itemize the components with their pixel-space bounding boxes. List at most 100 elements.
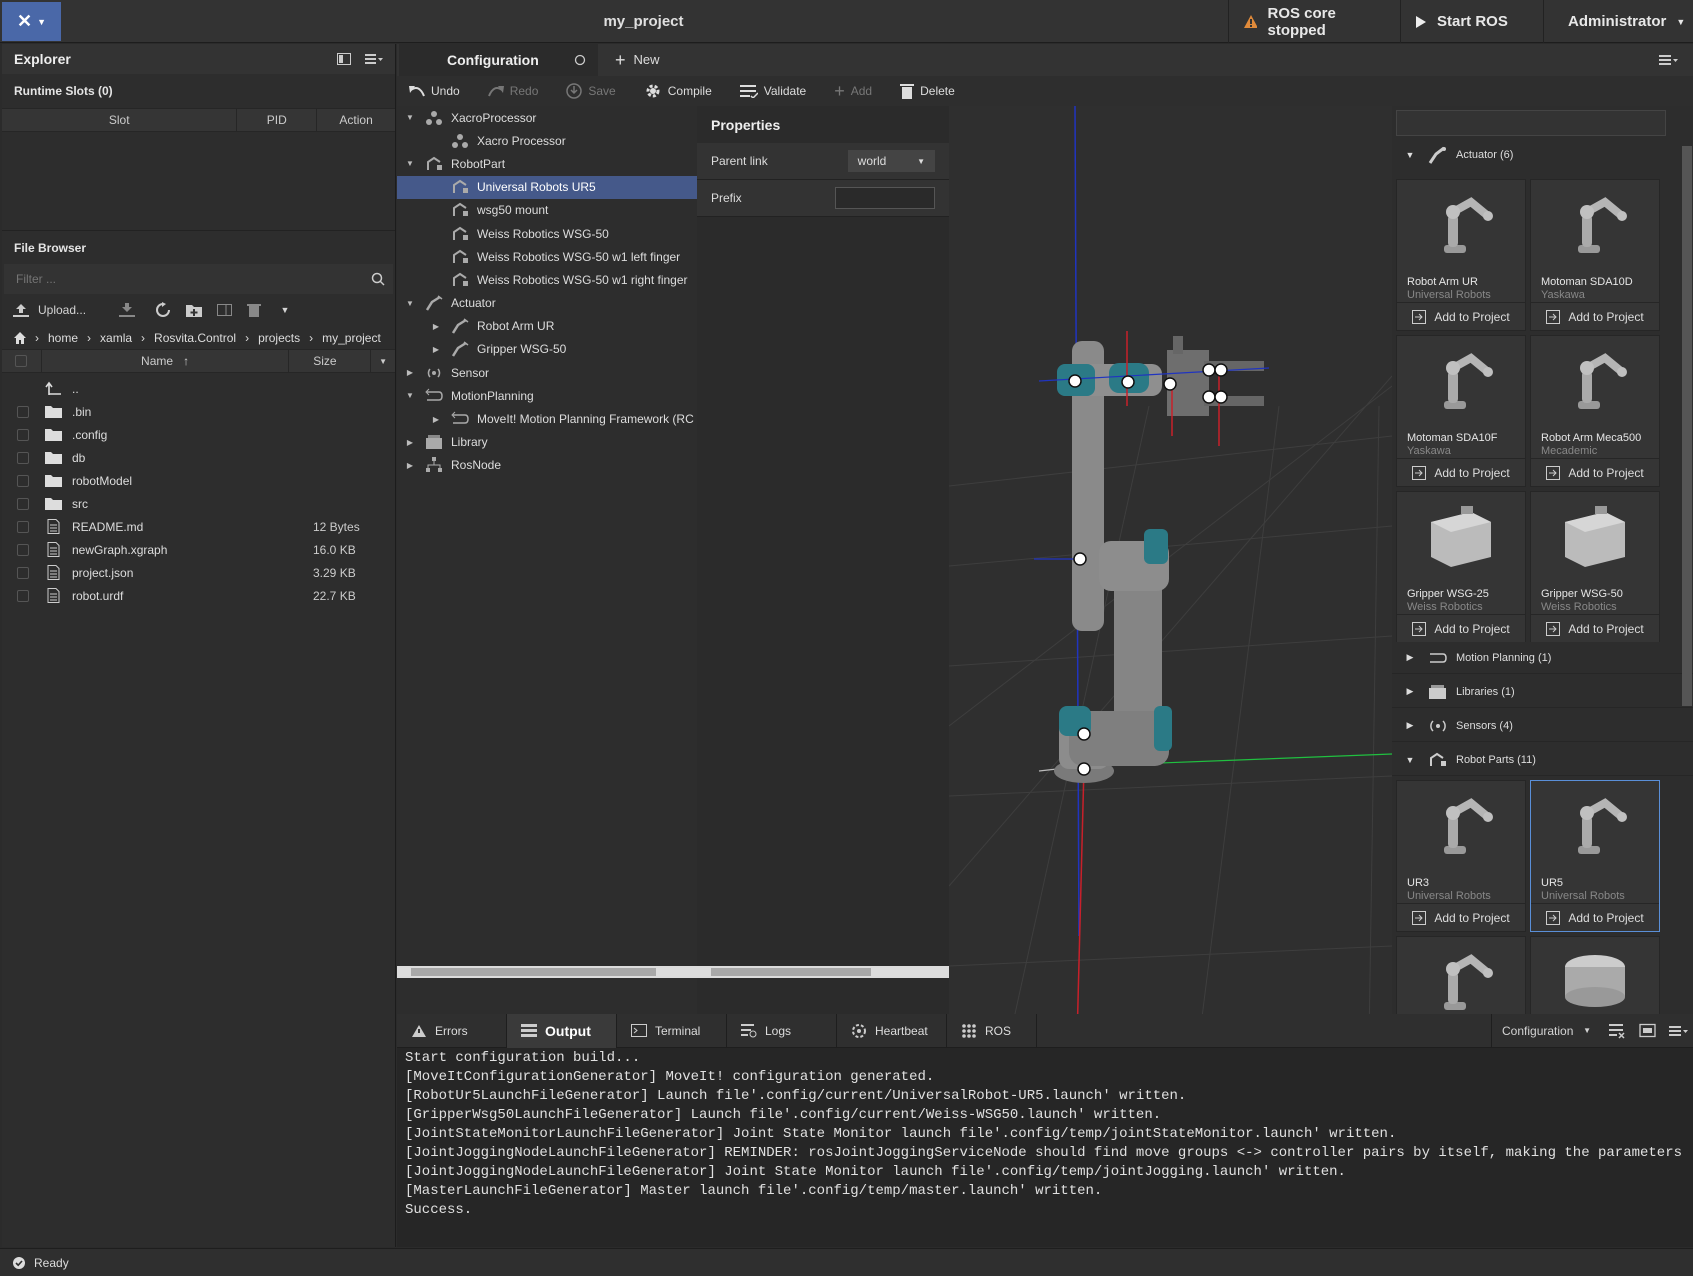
chevron-right-icon[interactable]: ▶	[403, 438, 417, 447]
search-icon[interactable]	[357, 271, 393, 287]
panel-toggle-icon[interactable]	[337, 53, 351, 65]
col-pid[interactable]: PID	[237, 109, 318, 131]
col-menu-icon[interactable]: ▼	[371, 350, 395, 372]
col-name[interactable]: Name ↑	[42, 350, 290, 372]
file-row[interactable]: db	[2, 446, 395, 469]
menu-icon[interactable]	[365, 53, 383, 65]
3d-viewport[interactable]	[949, 106, 1392, 1041]
user-menu[interactable]: Administrator ▼	[1543, 0, 1693, 43]
breadcrumb-rosvita[interactable]: Rosvita.Control	[154, 331, 236, 345]
file-row[interactable]: src	[2, 492, 395, 515]
file-row[interactable]: robot.urdf 22.7 KB	[2, 584, 395, 607]
parent-link-select[interactable]: world ▼	[847, 150, 935, 172]
tab-terminal[interactable]: Terminal	[617, 1013, 727, 1048]
tab-heartbeat[interactable]: Heartbeat	[837, 1013, 947, 1048]
library-card[interactable]: UR3 Universal Robots Add to Project	[1396, 780, 1526, 932]
tab-ros[interactable]: ROS	[947, 1013, 1037, 1048]
tab-configuration[interactable]: Configuration	[399, 44, 598, 76]
file-row[interactable]: README.md 12 Bytes	[2, 515, 395, 538]
add-to-project-button[interactable]: Add to Project	[1397, 903, 1525, 931]
menu-icon[interactable]	[1663, 1025, 1693, 1037]
chevron-down-icon[interactable]: ▼	[403, 159, 417, 168]
refresh-icon[interactable]	[147, 302, 179, 318]
add-to-project-button[interactable]: Add to Project	[1397, 458, 1525, 486]
new-tab-button[interactable]: + New	[615, 51, 660, 69]
scroll-lock-icon[interactable]	[1633, 1023, 1663, 1039]
breadcrumb-projects[interactable]: projects	[258, 331, 300, 345]
file-filter-input[interactable]	[4, 265, 357, 293]
save-button[interactable]: Save	[552, 76, 629, 106]
file-checkbox[interactable]	[17, 405, 29, 418]
library-search-input[interactable]	[1396, 110, 1666, 136]
file-row[interactable]: .config	[2, 423, 395, 446]
tab-logs[interactable]: Logs	[727, 1013, 837, 1048]
redo-button[interactable]: Redo	[474, 76, 553, 106]
library-card[interactable]: Motoman SDA10F Yaskawa Add to Project	[1396, 335, 1526, 487]
robot-scene[interactable]	[949, 106, 1392, 1041]
breadcrumb-my-project[interactable]: my_project	[322, 331, 381, 345]
tree-node[interactable]: ▶ Gripper WSG-50	[397, 338, 697, 361]
chevron-right-icon[interactable]: ▶	[429, 322, 443, 331]
prefix-input[interactable]	[835, 187, 935, 209]
trash-icon[interactable]	[239, 303, 269, 317]
new-folder-icon[interactable]	[179, 303, 209, 317]
breadcrumb-home[interactable]: home	[48, 331, 78, 345]
tree-node[interactable]: ▼ Actuator	[397, 292, 697, 315]
upload-button[interactable]: Upload...	[12, 303, 107, 317]
validate-button[interactable]: Validate	[726, 76, 820, 106]
tree-node[interactable]: ▶ Sensor	[397, 361, 697, 384]
library-card[interactable]: Robot Arm UR Universal Robots Add to Proje…	[1396, 179, 1526, 331]
tree-node[interactable]: ▼ XacroProcessor	[397, 106, 697, 129]
tree-node[interactable]: Weiss Robotics WSG-50 w1 left finger	[397, 245, 697, 268]
chevron-down-icon[interactable]: ▼	[403, 113, 417, 122]
add-to-project-button[interactable]: Add to Project	[1397, 302, 1525, 330]
file-checkbox[interactable]	[17, 589, 29, 602]
category-robot-parts[interactable]: ▼ Robot Parts (11)	[1392, 744, 1693, 776]
more-chevron-icon[interactable]: ▼	[269, 305, 301, 315]
chevron-down-icon[interactable]: ▼	[403, 299, 417, 308]
file-row[interactable]: newGraph.xgraph 16.0 KB	[2, 538, 395, 561]
tree-node[interactable]: wsg50 mount	[397, 199, 697, 222]
file-checkbox[interactable]	[17, 566, 29, 579]
category-sensors[interactable]: ▶ Sensors (4)	[1392, 710, 1693, 742]
clear-output-icon[interactable]	[1601, 1023, 1633, 1039]
add-to-project-button[interactable]: Add to Project	[1531, 302, 1659, 330]
breadcrumb-xamla[interactable]: xamla	[100, 331, 132, 345]
file-checkbox[interactable]	[17, 451, 29, 464]
chevron-right-icon[interactable]: ▶	[403, 461, 417, 470]
tree-node[interactable]: ▶ RosNode	[397, 454, 697, 477]
library-card[interactable]: Gripper WSG-25 Weiss Robotics Add to Proje…	[1396, 491, 1526, 643]
add-to-project-button[interactable]: Add to Project	[1397, 614, 1525, 642]
category-actuator[interactable]: ▼ Actuator (6)	[1392, 139, 1693, 171]
split-view-icon[interactable]	[209, 303, 239, 317]
properties-scrollbar[interactable]	[697, 966, 949, 978]
start-ros-button[interactable]: Start ROS	[1400, 0, 1543, 43]
tab-errors[interactable]: Errors	[397, 1013, 507, 1048]
file-checkbox[interactable]	[17, 543, 29, 556]
library-scrollbar[interactable]	[1682, 146, 1692, 706]
file-checkbox[interactable]	[17, 428, 29, 441]
file-row[interactable]: project.json 3.29 KB	[2, 561, 395, 584]
tree-node[interactable]: Xacro Processor	[397, 129, 697, 152]
delete-button[interactable]: Delete	[886, 76, 969, 106]
add-to-project-button[interactable]: Add to Project	[1531, 614, 1659, 642]
file-checkbox[interactable]	[17, 497, 29, 510]
chevron-right-icon[interactable]: ▶	[403, 368, 417, 377]
tree-node[interactable]: ▶ MoveIt! Motion Planning Framework (RC	[397, 407, 697, 430]
file-checkbox[interactable]	[17, 520, 29, 533]
library-card[interactable]: Motoman SDA10D Yaskawa Add to Project	[1530, 179, 1660, 331]
tree-node[interactable]: ▶ Library	[397, 431, 697, 454]
category-motion-planning[interactable]: ▶ Motion Planning (1)	[1392, 642, 1693, 674]
tree-node[interactable]: Weiss Robotics WSG-50 w1 right finger	[397, 268, 697, 291]
add-button[interactable]: + Add	[820, 76, 886, 106]
undo-button[interactable]: Undo	[397, 76, 474, 106]
col-slot[interactable]: Slot	[2, 109, 238, 131]
tree-node[interactable]: ▶ Robot Arm UR	[397, 315, 697, 338]
category-libraries[interactable]: ▶ Libraries (1)	[1392, 676, 1693, 708]
file-row[interactable]: ..	[2, 377, 395, 400]
tab-output[interactable]: Output	[507, 1013, 617, 1048]
chevron-down-icon[interactable]: ▼	[403, 391, 417, 400]
chevron-right-icon[interactable]: ▶	[429, 345, 443, 354]
select-all-checkbox[interactable]	[2, 350, 42, 372]
col-size[interactable]: Size	[289, 350, 372, 372]
